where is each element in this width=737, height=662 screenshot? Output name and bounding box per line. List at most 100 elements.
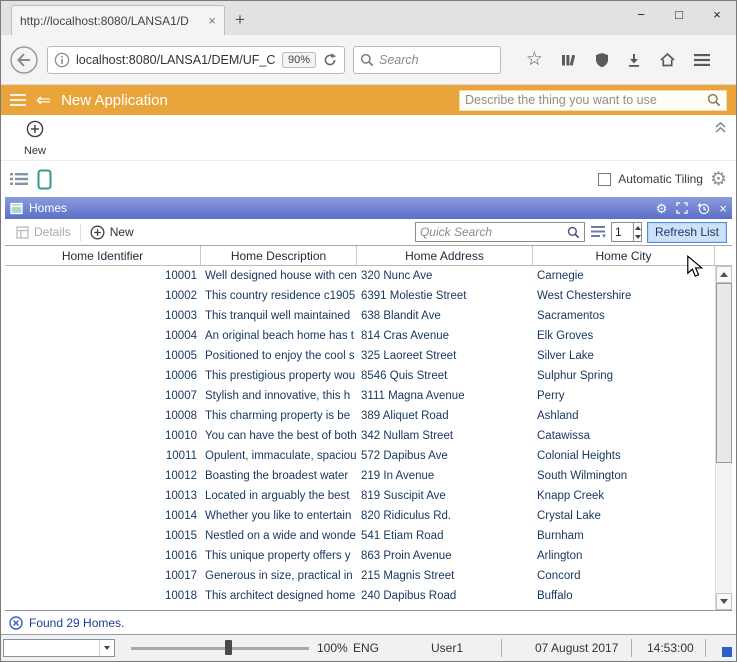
cell-home-address[interactable]: 240 Dapibus Road (357, 586, 533, 606)
search-options-icon[interactable] (590, 225, 606, 239)
cell-home-address[interactable]: 814 Cras Avenue (357, 326, 533, 346)
url-bar[interactable]: 90% (47, 45, 345, 74)
cell-home-city[interactable]: South Wilmington (533, 466, 715, 486)
settings-gear-icon[interactable]: ⚙ (710, 170, 727, 189)
table-row[interactable]: 10013 Located in arguably the best 819 S… (5, 486, 715, 506)
url-input[interactable] (76, 52, 276, 67)
reload-icon[interactable] (322, 52, 338, 68)
tab-close-icon[interactable]: × (208, 13, 216, 28)
cell-home-address[interactable]: 342 Nullam Street (357, 426, 533, 446)
browser-tab[interactable]: http://localhost:8080/LANSA1/D × (11, 5, 225, 35)
cell-home-city[interactable]: Sacramentos (533, 306, 715, 326)
cell-home-address[interactable]: 215 Magnis Street (357, 566, 533, 586)
cell-home-description[interactable]: Opulent, immaculate, spaciou (201, 446, 357, 466)
cell-home-description[interactable]: An original beach home has t (201, 326, 357, 346)
bookmarks-icon[interactable] (560, 52, 577, 68)
table-row[interactable]: 10018 This architect designed home 240 D… (5, 586, 715, 606)
cell-home-city[interactable]: Burnham (533, 526, 715, 546)
table-row[interactable]: 10016 This unique property offers y 863 … (5, 546, 715, 566)
grid-new-button[interactable]: New (81, 219, 143, 245)
table-row[interactable]: 10017 Generous in size, practical in 215… (5, 566, 715, 586)
cell-home-description[interactable]: Boasting the broadest water (201, 466, 357, 486)
cell-home-description[interactable]: This architect designed home (201, 586, 357, 606)
cell-home-identifier[interactable]: 10017 (5, 566, 201, 586)
panel-close-icon[interactable]: × (719, 202, 727, 215)
cell-home-description[interactable]: Whether you like to entertain (201, 506, 357, 526)
maximize-button[interactable]: □ (660, 1, 698, 28)
cell-home-description[interactable]: Nestled on a wide and wonde (201, 526, 357, 546)
panel-settings-gear-icon[interactable]: ⚙ (656, 202, 668, 215)
table-row[interactable]: 10010 You can have the best of both 342 … (5, 426, 715, 446)
cell-home-address[interactable]: 819 Suscipit Ave (357, 486, 533, 506)
menu-icon[interactable] (693, 53, 711, 67)
cell-home-description[interactable]: This tranquil well maintained (201, 306, 357, 326)
browser-search-input[interactable] (379, 52, 494, 67)
cell-home-city[interactable]: Buffalo (533, 586, 715, 606)
cell-home-city[interactable]: Perry (533, 386, 715, 406)
cell-home-identifier[interactable]: 10012 (5, 466, 201, 486)
cell-home-city[interactable]: Elk Groves (533, 326, 715, 346)
table-row[interactable]: 10012 Boasting the broadest water 219 In… (5, 466, 715, 486)
cell-home-address[interactable]: 389 Aliquet Road (357, 406, 533, 426)
scrollbar-thumb[interactable] (716, 283, 732, 463)
cell-home-identifier[interactable]: 10001 (5, 266, 201, 286)
app-search-box[interactable] (459, 89, 727, 111)
details-button[interactable]: Details (7, 219, 80, 245)
quick-search-input[interactable] (419, 225, 564, 239)
cell-home-description[interactable]: This charming property is be (201, 406, 357, 426)
column-header-home-city[interactable]: Home City (533, 246, 715, 265)
cell-home-city[interactable]: Catawissa (533, 426, 715, 446)
scrollbar-down-button[interactable] (716, 593, 732, 610)
cell-home-description[interactable]: Located in arguably the best (201, 486, 357, 506)
minimize-button[interactable]: − (622, 1, 660, 28)
combobox-dropdown-icon[interactable] (99, 640, 114, 656)
vertical-scrollbar[interactable] (715, 266, 732, 610)
table-row[interactable]: 10014 Whether you like to entertain 820 … (5, 506, 715, 526)
cell-home-description[interactable]: This unique property offers y (201, 546, 357, 566)
refresh-list-button[interactable]: Refresh List (646, 221, 727, 243)
cell-home-city[interactable]: Knapp Creek (533, 486, 715, 506)
cell-home-identifier[interactable]: 10014 (5, 506, 201, 526)
cell-home-city[interactable]: West Chestershire (533, 286, 715, 306)
cell-home-address[interactable]: 820 Ridiculus Rd. (357, 506, 533, 526)
close-button[interactable]: × (698, 1, 736, 28)
shield-icon[interactable] (594, 52, 610, 68)
new-tab-button[interactable]: + (225, 5, 255, 35)
cell-home-address[interactable]: 863 Proin Avenue (357, 546, 533, 566)
browser-search[interactable] (353, 45, 501, 74)
cell-home-identifier[interactable]: 10006 (5, 366, 201, 386)
search-icon[interactable] (707, 93, 721, 107)
cell-home-address[interactable]: 541 Etiam Road (357, 526, 533, 546)
cell-home-identifier[interactable]: 10016 (5, 546, 201, 566)
downloads-icon[interactable] (626, 52, 642, 68)
table-row[interactable]: 10011 Opulent, immaculate, spaciou 572 D… (5, 446, 715, 466)
zoom-slider-track[interactable] (131, 647, 309, 650)
quick-search-box[interactable] (414, 222, 585, 242)
page-zoom-badge[interactable]: 90% (281, 51, 316, 68)
cell-home-address[interactable]: 638 Blandit Ave (357, 306, 533, 326)
cell-home-city[interactable]: Carnegie (533, 266, 715, 286)
cell-home-address[interactable]: 325 Laoreet Street (357, 346, 533, 366)
tile-layout-icon[interactable] (37, 169, 52, 190)
column-header-home-address[interactable]: Home Address (357, 246, 533, 265)
table-row[interactable]: 10008 This charming property is be 389 A… (5, 406, 715, 426)
table-row[interactable]: 10007 Stylish and innovative, this h 311… (5, 386, 715, 406)
cell-home-city[interactable]: Ashland (533, 406, 715, 426)
spinner-down-button[interactable] (634, 232, 641, 241)
cell-home-identifier[interactable]: 10015 (5, 526, 201, 546)
table-row[interactable]: 10002 This country residence c1905 6391 … (5, 286, 715, 306)
cell-home-city[interactable]: Silver Lake (533, 346, 715, 366)
panel-history-icon[interactable] (697, 202, 710, 215)
cell-home-address[interactable]: 8546 Quis Street (357, 366, 533, 386)
cell-home-identifier[interactable]: 10010 (5, 426, 201, 446)
zoom-slider-handle[interactable] (225, 640, 232, 655)
site-info-icon[interactable] (54, 52, 70, 68)
table-row[interactable]: 10003 This tranquil well maintained 638 … (5, 306, 715, 326)
cell-home-address[interactable]: 3111 Magna Avenue (357, 386, 533, 406)
panel-expand-icon[interactable] (676, 202, 689, 214)
clear-results-icon[interactable] (9, 615, 23, 630)
cell-home-city[interactable]: Crystal Lake (533, 506, 715, 526)
cell-home-identifier[interactable]: 10013 (5, 486, 201, 506)
cell-home-identifier[interactable]: 10003 (5, 306, 201, 326)
new-command-button[interactable]: New (14, 120, 56, 157)
